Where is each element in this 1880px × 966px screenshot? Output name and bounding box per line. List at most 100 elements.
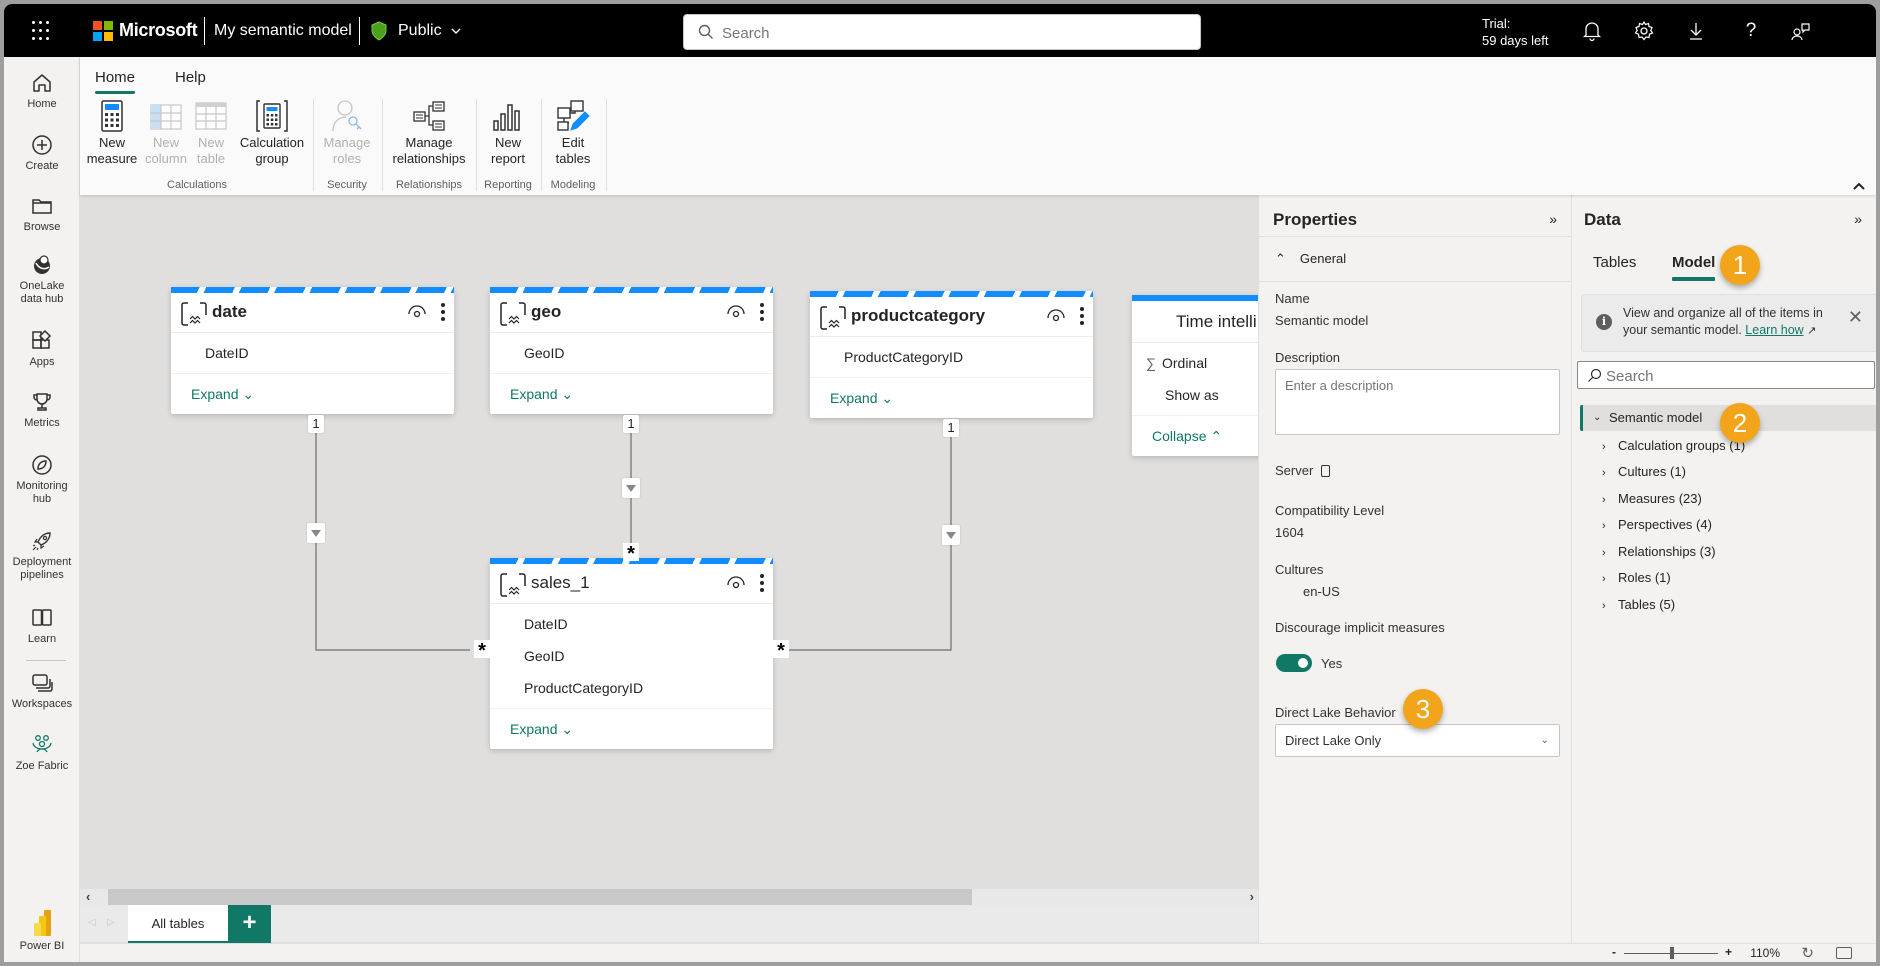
- expand-button[interactable]: Expand ⌄: [171, 374, 454, 414]
- table-field[interactable]: ProductCategoryID: [490, 672, 773, 704]
- new-column-button[interactable]: New column: [142, 99, 190, 167]
- table-field[interactable]: ∑ Ordinal: [1132, 347, 1262, 379]
- new-table-button[interactable]: New table: [190, 99, 232, 167]
- tree-item-perspectives[interactable]: › Perspectives (4): [1602, 515, 1712, 535]
- data-search-input[interactable]: [1606, 366, 1866, 386]
- add-layout-button[interactable]: +: [228, 905, 271, 943]
- table-card-sales-1[interactable]: sales_1 DateID GeoID ProductCategoryID E…: [490, 558, 773, 749]
- tab-home[interactable]: Home: [95, 69, 136, 94]
- table-field[interactable]: DateID: [171, 337, 454, 369]
- chevron-down-icon[interactable]: [450, 26, 462, 36]
- calculation-group-button[interactable]: Calculation group: [236, 99, 308, 167]
- tree-item-calculation-groups[interactable]: › Calculation groups (1): [1602, 436, 1745, 456]
- zoom-slider-thumb[interactable]: [1670, 947, 1674, 959]
- edit-tables-button[interactable]: Edit tables: [546, 99, 600, 167]
- copy-icon[interactable]: [1320, 465, 1330, 477]
- nav-monitoring[interactable]: Monitoring hub: [4, 453, 80, 506]
- table-field[interactable]: GeoID: [490, 640, 773, 672]
- table-card-header[interactable]: Time intelli: [1132, 301, 1262, 343]
- visibility-eye-icon[interactable]: [727, 576, 745, 590]
- expand-button[interactable]: Expand ⌄: [490, 709, 773, 749]
- nav-learn[interactable]: Learn: [4, 606, 80, 646]
- expand-button[interactable]: Expand ⌄: [490, 374, 773, 414]
- collapse-panel-icon[interactable]: »: [1549, 211, 1557, 227]
- data-search[interactable]: [1577, 361, 1875, 389]
- global-search[interactable]: [683, 14, 1201, 50]
- table-card-header[interactable]: sales_1: [490, 564, 773, 604]
- tab-prev-icon[interactable]: ◁: [88, 917, 96, 928]
- nav-home[interactable]: Home: [4, 71, 80, 111]
- table-card-header[interactable]: productcategory: [810, 297, 1093, 337]
- tab-help[interactable]: Help: [175, 69, 206, 86]
- nav-create[interactable]: Create: [4, 133, 80, 173]
- tree-item-measures[interactable]: › Measures (23): [1602, 489, 1702, 509]
- tree-item-cultures[interactable]: › Cultures (1): [1602, 462, 1686, 482]
- visibility-eye-icon[interactable]: [727, 305, 745, 319]
- scroll-right-icon[interactable]: ›: [1250, 889, 1254, 904]
- implicit-measures-toggle[interactable]: [1276, 654, 1312, 672]
- more-options-icon[interactable]: [759, 572, 765, 594]
- visibility-label[interactable]: Public: [398, 22, 442, 40]
- nav-power-bi[interactable]: Power BI: [4, 909, 80, 953]
- more-options-icon[interactable]: [440, 301, 446, 323]
- gear-icon[interactable]: [1633, 20, 1655, 42]
- table-card-header[interactable]: date: [171, 293, 454, 333]
- manage-roles-button[interactable]: Manage roles: [318, 99, 376, 167]
- nav-browse[interactable]: Browse: [4, 194, 80, 234]
- collapse-panel-icon[interactable]: »: [1854, 211, 1862, 227]
- new-report-button[interactable]: New report: [480, 99, 536, 167]
- more-options-icon[interactable]: [759, 301, 765, 323]
- direct-lake-select[interactable]: Direct Lake Only ⌄: [1275, 724, 1560, 757]
- table-field[interactable]: GeoID: [490, 337, 773, 369]
- download-icon[interactable]: [1685, 20, 1707, 42]
- model-canvas[interactable]: date DateID Expand ⌄ geo GeoID Expand ⌄: [80, 195, 1262, 889]
- tab-tables[interactable]: Tables: [1593, 254, 1636, 271]
- nav-deployment[interactable]: Deployment pipelines: [4, 529, 80, 582]
- tab-all-tables[interactable]: All tables: [128, 905, 228, 943]
- nav-metrics[interactable]: Metrics: [4, 390, 80, 430]
- tree-item-relationships[interactable]: › Relationships (3): [1602, 542, 1716, 562]
- model-title[interactable]: My semantic model: [214, 22, 352, 40]
- collapse-button[interactable]: Collapse ⌃: [1132, 416, 1262, 456]
- zoom-out-button[interactable]: -: [1612, 945, 1616, 959]
- tree-item-roles[interactable]: › Roles (1): [1602, 568, 1671, 588]
- bell-icon[interactable]: [1581, 20, 1603, 42]
- table-field[interactable]: Show as: [1132, 379, 1262, 411]
- app-launcher-icon[interactable]: [32, 21, 52, 41]
- collapse-ribbon-icon[interactable]: [1852, 181, 1866, 191]
- scroll-left-icon[interactable]: ‹: [86, 889, 90, 904]
- new-measure-button[interactable]: New measure: [86, 99, 138, 167]
- tree-item-tables[interactable]: › Tables (5): [1602, 595, 1675, 615]
- scrollbar-thumb[interactable]: [108, 889, 972, 905]
- expand-button[interactable]: Expand ⌄: [810, 378, 1093, 418]
- nav-apps[interactable]: Apps: [4, 329, 80, 369]
- tab-next-icon[interactable]: ▷: [107, 917, 115, 928]
- table-field[interactable]: ProductCategoryID: [810, 341, 1093, 373]
- description-input[interactable]: [1275, 369, 1560, 435]
- tab-model[interactable]: Model: [1672, 254, 1716, 281]
- table-field[interactable]: DateID: [490, 608, 773, 640]
- more-options-icon[interactable]: [1079, 305, 1085, 327]
- feedback-icon[interactable]: [1790, 20, 1812, 42]
- table-card-date[interactable]: date DateID Expand ⌄: [171, 287, 454, 414]
- visibility-eye-icon[interactable]: [408, 305, 426, 319]
- learn-how-link[interactable]: Learn how: [1745, 323, 1803, 337]
- manage-relationships-button[interactable]: Manage relationships: [388, 99, 470, 167]
- table-card-productcategory[interactable]: productcategory ProductCategoryID Expand…: [810, 291, 1093, 418]
- nav-onelake[interactable]: OneLake data hub: [4, 253, 80, 306]
- nav-zoe-fabric[interactable]: Zoe Fabric: [4, 733, 80, 773]
- table-card-header[interactable]: geo: [490, 293, 773, 333]
- nav-workspaces[interactable]: Workspaces: [4, 671, 80, 711]
- help-icon[interactable]: ?: [1740, 20, 1762, 42]
- table-card-time-intelligence[interactable]: Time intelli ∑ Ordinal Show as Collapse ⌃: [1132, 295, 1262, 456]
- relationship-line-date-sales[interactable]: [315, 418, 470, 651]
- close-icon[interactable]: ✕: [1848, 308, 1863, 326]
- visibility-eye-icon[interactable]: [1047, 309, 1065, 323]
- relationship-line-productcategory-sales[interactable]: [786, 422, 952, 651]
- global-search-input[interactable]: [722, 21, 1182, 45]
- zoom-in-button[interactable]: +: [1725, 945, 1732, 959]
- section-general[interactable]: ⌃ General: [1275, 251, 1346, 267]
- table-card-geo[interactable]: geo GeoID Expand ⌄: [490, 287, 773, 414]
- reset-zoom-icon[interactable]: ↻: [1801, 944, 1814, 962]
- fit-to-screen-icon[interactable]: [1836, 947, 1852, 959]
